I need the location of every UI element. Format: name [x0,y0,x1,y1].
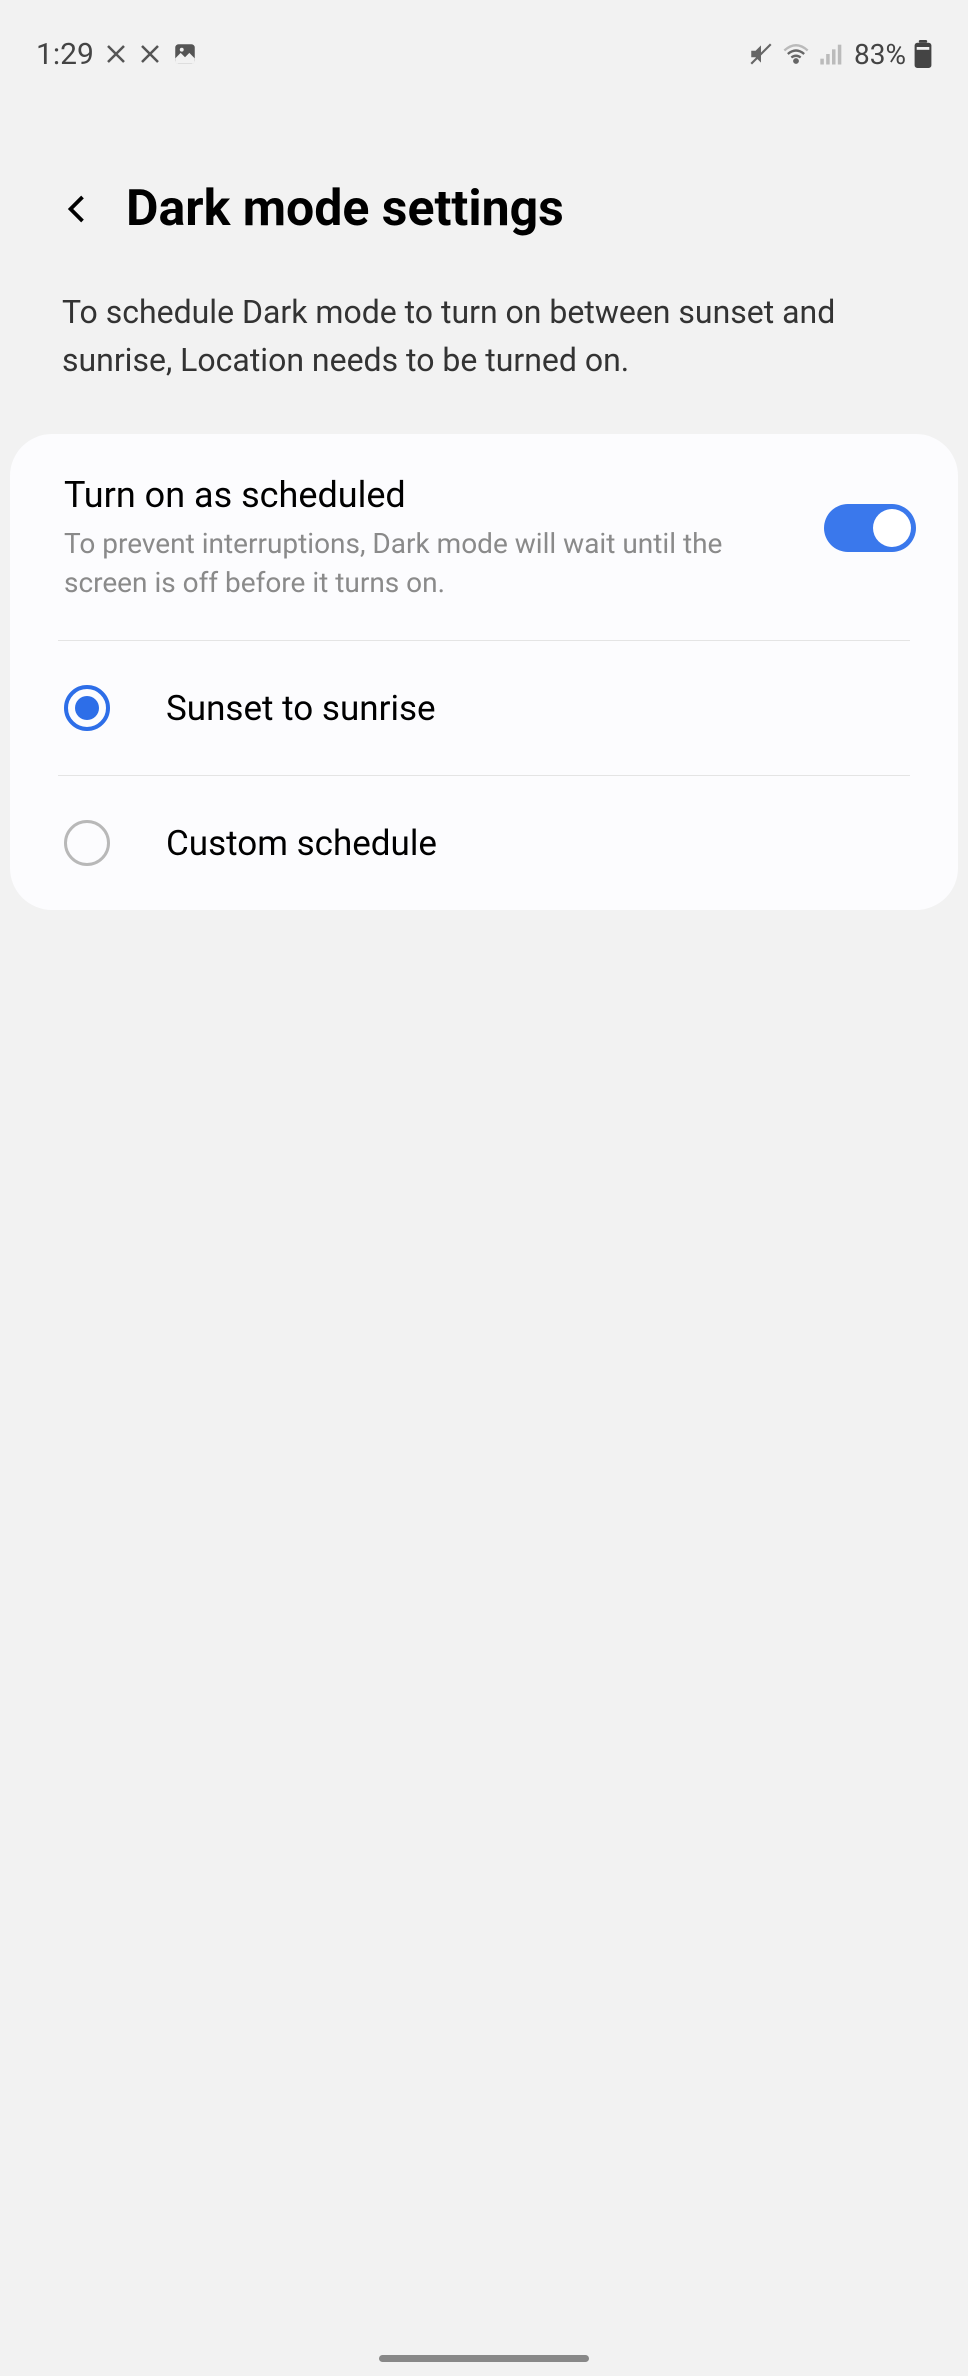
scheduled-text: Turn on as scheduled To prevent interrup… [64,474,824,602]
custom-schedule-option[interactable]: Custom schedule [10,776,958,910]
radio-sunset-selected[interactable] [64,685,110,731]
battery-icon [914,40,932,68]
back-button[interactable] [60,191,96,227]
status-right: 83% [748,38,932,71]
image-icon [172,41,198,67]
status-bar: 1:29 83% [0,0,968,80]
page-description: To schedule Dark mode to turn on between… [0,278,968,434]
sunset-to-sunrise-option[interactable]: Sunset to sunrise [10,641,958,775]
scheduled-toggle[interactable] [824,504,916,552]
status-left: 1:29 [36,37,198,72]
toggle-thumb [873,509,911,547]
radio-label-sunset: Sunset to sunrise [166,688,436,729]
wifi-icon [782,40,810,68]
scheduled-subtitle: To prevent interruptions, Dark mode will… [64,524,794,602]
nav-handle[interactable] [379,2355,589,2362]
settings-card: Turn on as scheduled To prevent interrup… [10,434,958,910]
radio-custom-unselected[interactable] [64,820,110,866]
header: Dark mode settings [0,80,968,278]
signal-icon [818,40,846,68]
page-title: Dark mode settings [126,180,564,238]
chevron-left-icon [60,191,96,227]
battery-percentage: 83% [854,38,906,71]
x-app-icon [104,42,128,66]
mute-icon [748,41,774,67]
radio-label-custom: Custom schedule [166,823,437,864]
scheduled-title: Turn on as scheduled [64,474,794,516]
status-time: 1:29 [36,37,94,72]
turn-on-scheduled-row[interactable]: Turn on as scheduled To prevent interrup… [10,434,958,640]
x-app-icon [138,42,162,66]
